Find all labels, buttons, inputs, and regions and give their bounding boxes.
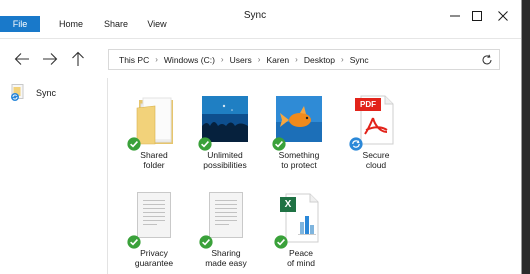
breadcrumb-karen[interactable]: Karen: [266, 55, 289, 65]
breadcrumb-sync[interactable]: Sync: [350, 55, 369, 65]
file-name: Peace of mind: [268, 248, 334, 268]
file-item-unlimited-possibilities[interactable]: Unlimited possibilities: [192, 94, 258, 170]
underwater-photo-icon: [202, 96, 248, 142]
tab-share[interactable]: Share: [96, 17, 136, 31]
synced-check-icon: [272, 137, 286, 151]
file-name-line1: Privacy: [140, 248, 168, 258]
tab-view[interactable]: View: [140, 17, 174, 31]
navigation-pane: Sync: [0, 78, 108, 274]
file-item-secure-cloud[interactable]: PDF Secure cloud: [343, 94, 409, 170]
file-item-sharing-made-easy[interactable]: Sharing made easy: [193, 192, 259, 268]
minimize-icon: [450, 15, 460, 17]
maximize-button[interactable]: [466, 6, 488, 26]
text-document-icon: [137, 192, 171, 238]
file-item-privacy-guarantee[interactable]: Privacy guarantee: [121, 192, 187, 268]
file-name-line1: Unlimited: [207, 150, 243, 160]
file-name-line1: Shared: [140, 150, 168, 160]
back-button[interactable]: [12, 49, 32, 69]
forward-button[interactable]: [40, 49, 60, 69]
close-icon: [498, 11, 508, 21]
tab-home[interactable]: Home: [52, 17, 90, 31]
synced-check-icon: [274, 235, 288, 249]
file-name: Privacy guarantee: [121, 248, 187, 268]
synced-check-icon: [198, 137, 212, 151]
maximize-icon: [472, 11, 482, 21]
file-name-line1: Peace: [288, 248, 314, 258]
breadcrumb-separator-icon[interactable]: ›: [258, 55, 261, 64]
file-name-line2: made easy: [205, 258, 247, 268]
tab-file[interactable]: File: [0, 16, 40, 32]
file-grid: Shared folder Unlimited possibilities So…: [109, 78, 521, 274]
file-name-line2: guarantee: [134, 258, 174, 268]
pdf-label: PDF: [360, 100, 376, 109]
synced-check-icon: [127, 235, 141, 249]
folder-thumbnail: [127, 94, 181, 151]
file-name-line2: of mind: [287, 258, 315, 268]
sidebar-item-label: Sync: [36, 88, 57, 98]
goldfish-photo-icon: [276, 96, 322, 142]
pdf-thumbnail: PDF: [349, 94, 403, 151]
file-item-peace-of-mind[interactable]: X Peace of mind: [268, 192, 334, 268]
breadcrumb-separator-icon[interactable]: ›: [341, 55, 344, 64]
file-name: Secure cloud: [343, 150, 409, 170]
file-name-line2: folder: [143, 160, 165, 170]
refresh-icon: [482, 54, 492, 65]
address-bar[interactable]: This PC › Windows (C:) › Users › Karen ›…: [108, 49, 500, 70]
file-name: Unlimited possibilities: [192, 150, 258, 170]
up-button[interactable]: [68, 49, 88, 69]
file-name-line1: Secure: [362, 150, 390, 160]
close-button[interactable]: [492, 6, 514, 26]
file-name: Something to protect: [266, 150, 332, 170]
spreadsheet-thumbnail: X: [274, 192, 328, 249]
window-title: Sync: [243, 10, 267, 21]
file-name: Sharing made easy: [193, 248, 259, 268]
sync-folder-icon: [11, 84, 24, 101]
file-item-shared-folder[interactable]: Shared folder: [121, 94, 187, 170]
breadcrumb-separator-icon[interactable]: ›: [295, 55, 298, 64]
arrow-right-icon: [43, 53, 58, 65]
document-thumbnail: [199, 192, 253, 249]
text-document-icon: [209, 192, 243, 238]
breadcrumb-separator-icon[interactable]: ›: [155, 55, 158, 64]
file-name-line1: Something: [278, 150, 320, 160]
sidebar-item-sync[interactable]: Sync: [10, 84, 56, 102]
breadcrumb-windows-c[interactable]: Windows (C:): [164, 55, 215, 65]
arrow-up-icon: [72, 51, 84, 66]
navigation-bar: This PC › Windows (C:) › Users › Karen ›…: [0, 38, 521, 78]
breadcrumb-separator-icon[interactable]: ›: [221, 55, 224, 64]
file-name: Shared folder: [121, 150, 187, 170]
file-name-line1: Sharing: [211, 248, 241, 258]
breadcrumb-this-pc[interactable]: This PC: [119, 55, 149, 65]
file-item-something-to-protect[interactable]: Something to protect: [266, 94, 332, 170]
file-name-line2: cloud: [365, 160, 387, 170]
document-thumbnail: [127, 192, 181, 249]
image-thumbnail: [198, 94, 252, 151]
breadcrumb-desktop[interactable]: Desktop: [304, 55, 335, 65]
breadcrumb-users[interactable]: Users: [230, 55, 252, 65]
excel-label: X: [284, 199, 292, 210]
minimize-button[interactable]: [444, 6, 466, 26]
explorer-window: Sync File Home Share View This PC › Wind…: [0, 0, 522, 274]
refresh-button[interactable]: [478, 51, 496, 69]
image-thumbnail: [272, 94, 326, 151]
synced-check-icon: [127, 137, 141, 151]
file-name-line2: to protect: [281, 160, 317, 170]
syncing-icon: [349, 137, 363, 151]
synced-check-icon: [199, 235, 213, 249]
arrow-left-icon: [14, 53, 29, 65]
title-bar: Sync File Home Share View: [0, 0, 521, 32]
file-name-line2: possibilities: [203, 160, 247, 170]
